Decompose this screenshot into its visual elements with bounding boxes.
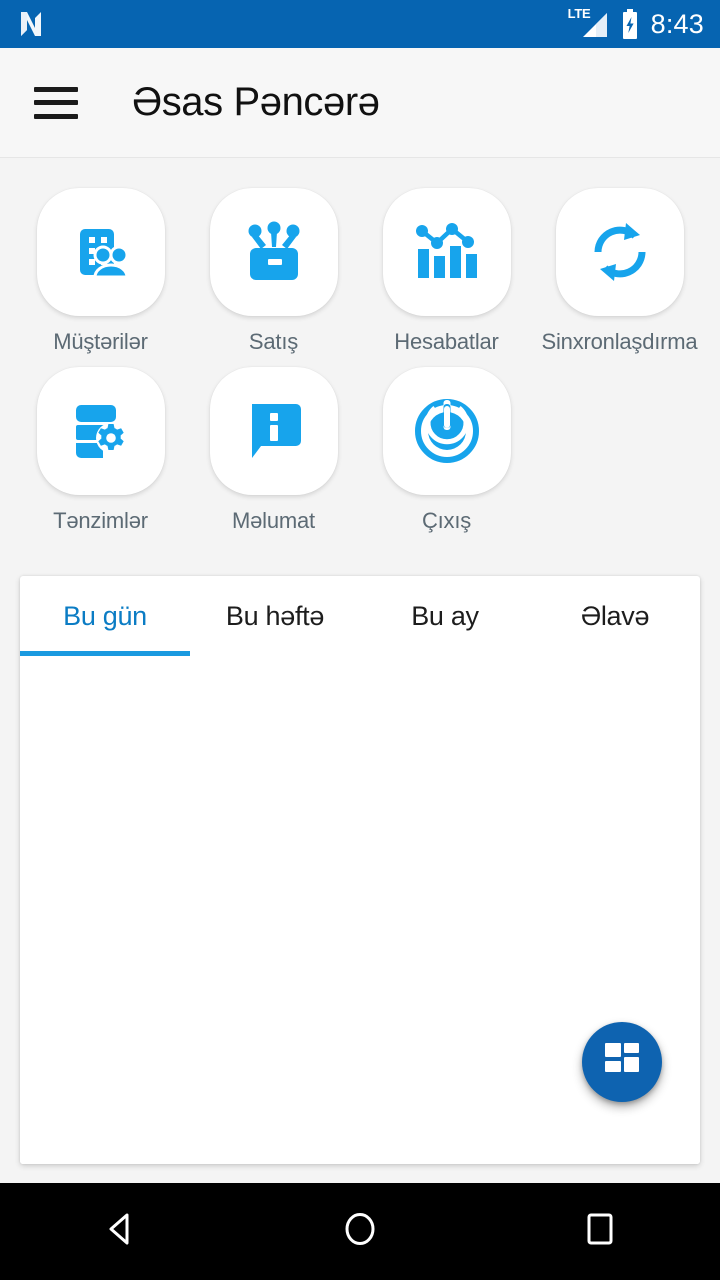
shortcut-exit[interactable]: Çıxış bbox=[360, 355, 533, 534]
tab-this-month[interactable]: Bu ay bbox=[360, 576, 530, 656]
shortcut-tile[interactable] bbox=[555, 188, 684, 316]
back-triangle-icon bbox=[99, 1208, 141, 1255]
shortcut-label: Çıxış bbox=[421, 508, 472, 533]
home-circle-icon bbox=[339, 1208, 381, 1255]
back-button[interactable] bbox=[60, 1197, 180, 1267]
shortcut-label: Tənzimlər bbox=[53, 508, 148, 533]
shortcut-row: Müştərilər Satış Hesabatlar Sinxronlaşdı… bbox=[14, 176, 706, 355]
shortcut-tile[interactable] bbox=[209, 367, 338, 495]
battery-charging-icon bbox=[620, 9, 640, 39]
status-bar-clock: 8:43 bbox=[650, 8, 704, 39]
shortcut-tile[interactable] bbox=[36, 367, 165, 495]
power-exit-icon bbox=[410, 394, 484, 468]
shortcut-label: Hesabatlar bbox=[394, 329, 499, 354]
shortcut-sync[interactable]: Sinxronlaşdırma bbox=[533, 176, 706, 355]
shortcut-tile[interactable] bbox=[382, 367, 511, 495]
settings-database-gear-icon bbox=[64, 394, 138, 468]
shortcut-tile[interactable] bbox=[209, 188, 338, 316]
shortcut-customers[interactable]: Müştərilər bbox=[14, 176, 187, 355]
content-card: Bu gün Bu həftə Bu ay Əlavə bbox=[20, 576, 700, 1164]
info-speech-bubble-icon bbox=[237, 394, 311, 468]
recents-square-icon bbox=[579, 1208, 621, 1255]
customers-building-people-icon bbox=[64, 215, 138, 289]
shortcut-reports[interactable]: Hesabatlar bbox=[360, 176, 533, 355]
network-status: LTE bbox=[567, 7, 609, 40]
tab-this-week[interactable]: Bu həftə bbox=[190, 576, 360, 656]
shortcut-label: Sinxronlaşdırma bbox=[541, 329, 698, 354]
tab-today[interactable]: Bu gün bbox=[20, 576, 190, 656]
shortcut-label: Müştərilər bbox=[53, 329, 148, 354]
shortcut-sales[interactable]: Satış bbox=[187, 176, 360, 355]
reports-bar-chart-icon bbox=[410, 215, 484, 289]
app-screen: LTE 8:43 Əsas Pəncərə Müştərilər Satış H… bbox=[0, 0, 720, 1280]
shortcut-label: Məlumat bbox=[232, 508, 315, 533]
sales-cashbox-icon bbox=[237, 215, 311, 289]
recents-button[interactable] bbox=[540, 1197, 660, 1267]
status-bar-left bbox=[18, 9, 44, 39]
hamburger-menu-icon[interactable] bbox=[34, 86, 78, 119]
shortcut-tile[interactable] bbox=[382, 188, 511, 316]
shortcut-row: Tənzimlər Məlumat Çıxış bbox=[14, 355, 706, 534]
tab-bar: Bu gün Bu həftə Bu ay Əlavə bbox=[20, 576, 700, 656]
shortcut-grid: Müştərilər Satış Hesabatlar Sinxronlaşdı… bbox=[0, 158, 720, 534]
tab-more[interactable]: Əlavə bbox=[530, 576, 700, 656]
status-bar: LTE 8:43 bbox=[0, 0, 720, 48]
shortcut-info[interactable]: Məlumat bbox=[187, 355, 360, 534]
page-title: Əsas Pəncərə bbox=[132, 80, 380, 124]
shortcut-tile[interactable] bbox=[36, 188, 165, 316]
shortcut-empty-slot bbox=[533, 355, 706, 534]
signal-bars-icon bbox=[577, 12, 609, 38]
app-bar: Əsas Pəncərə bbox=[0, 48, 720, 158]
android-nav-bar bbox=[0, 1183, 720, 1280]
shortcut-label: Satış bbox=[248, 329, 299, 354]
home-button[interactable] bbox=[300, 1197, 420, 1267]
sync-arrows-icon bbox=[583, 215, 657, 289]
nougat-n-logo-icon bbox=[18, 9, 44, 39]
dashboard-fab[interactable] bbox=[582, 1022, 662, 1102]
shortcut-settings[interactable]: Tənzimlər bbox=[14, 355, 187, 534]
dashboard-grid-icon bbox=[603, 1041, 641, 1084]
status-bar-right: LTE 8:43 bbox=[567, 7, 704, 40]
